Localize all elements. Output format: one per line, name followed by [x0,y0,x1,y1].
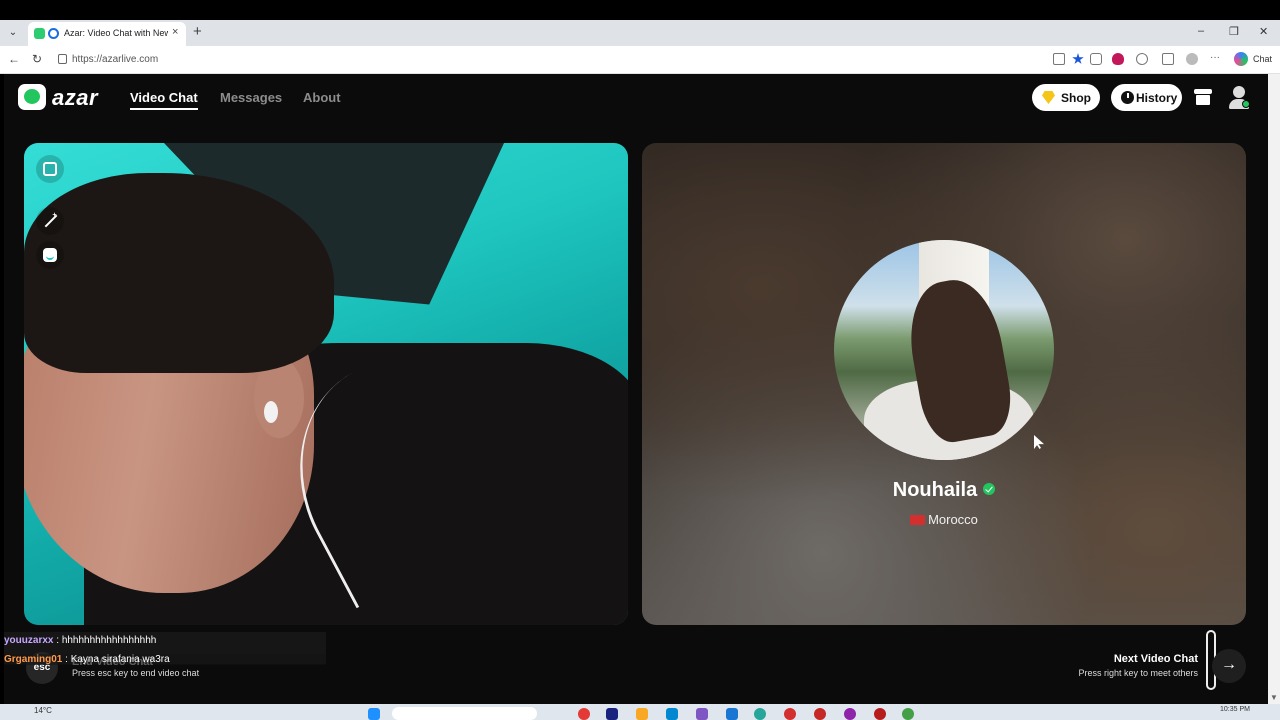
app-icon[interactable] [578,708,590,720]
clock-icon [1121,91,1134,104]
box-body [1196,95,1210,105]
online-status-dot [1242,100,1250,108]
app-icon[interactable] [696,708,708,720]
taskbar-search[interactable] [392,707,537,720]
profile-icon[interactable] [1186,53,1198,65]
shop-label: Shop [1061,91,1091,105]
lock-icon [58,54,67,64]
app-icon[interactable] [726,708,738,720]
next-chat-button[interactable]: → [1212,649,1246,683]
nav-about[interactable]: About [303,90,341,105]
match-profile-photo [834,240,1054,460]
next-chat-hint: Press right key to meet others [1078,668,1198,678]
end-chat-hint: Press esc key to end video chat [72,668,200,678]
app-icon[interactable] [814,708,826,720]
face-filter-button[interactable] [36,241,64,269]
url-field[interactable]: https://azarlive.com [52,50,1072,70]
match-name-row: Nouhaila [642,479,1246,502]
history-label: History [1136,91,1178,105]
browser-tab-bar: ⌄ Azar: Video Chat with New Pe × + – ❐ ✕ [0,20,1280,46]
chat-separator: : [62,654,71,665]
window-close-button[interactable]: ✕ [1259,25,1268,38]
reader-mode-icon[interactable] [1053,53,1065,65]
favorites-icon[interactable] [1162,53,1174,65]
copilot-icon[interactable] [1234,52,1248,66]
chat-text: Kayna sirafania wa3ra [70,654,170,665]
tab-title: Azar: Video Chat with New Pe [64,28,168,38]
match-view: Nouhaila Morocco [642,143,1246,625]
gem-icon [1042,91,1055,104]
url-text: https://azarlive.com [72,54,159,65]
weather-widget[interactable]: 14°C [34,706,52,715]
inventory-box-icon[interactable] [1194,89,1212,105]
verified-badge-icon [983,483,996,495]
copilot-chat-label[interactable]: Chat [1253,54,1272,64]
refresh-extension-icon[interactable] [1136,53,1148,65]
tab-list-button[interactable]: ⌄ [6,26,20,40]
mouse-cursor-icon [1034,435,1044,449]
back-button[interactable]: ← [8,52,20,66]
tab-security-icon [48,28,59,39]
app-icon[interactable] [902,708,914,720]
top-black-strip [0,0,1280,20]
tab-favicon-icon [34,28,45,39]
tab-close-icon[interactable]: × [172,26,178,38]
os-taskbar: 14°C 10:35 PM [0,704,1280,720]
app-icon[interactable] [844,708,856,720]
chat-separator: : [53,635,62,646]
extension-shield-icon[interactable] [1112,53,1124,65]
layout-toggle-button[interactable] [36,155,64,183]
avatar-head [1233,86,1245,98]
favorite-star-icon[interactable] [1072,53,1084,64]
box-lid [1194,89,1212,94]
chat-message: youuzarxx : hhhhhhhhhhhhhhhhh [4,635,156,646]
chat-text: hhhhhhhhhhhhhhhhh [61,635,157,646]
user-avatar[interactable] [1228,86,1250,110]
magic-wand-icon [44,214,58,228]
history-button[interactable]: History [1111,84,1182,111]
browser-tab-azar[interactable]: Azar: Video Chat with New Pe × [28,22,186,46]
layout-icon [43,162,57,176]
app-icon[interactable] [874,708,886,720]
earbud [264,401,278,423]
app-icon[interactable] [784,708,796,720]
start-icon[interactable] [368,708,380,720]
chat-message: Grgaming01 : Kayna sirafania wa3ra [4,654,326,665]
azar-logo-text: azar [52,85,99,110]
match-country: Morocco [928,512,978,527]
window-restore-button[interactable]: ❐ [1229,25,1239,38]
app-icon[interactable] [666,708,678,720]
nav-messages[interactable]: Messages [220,90,282,105]
edge-icon[interactable] [754,708,766,720]
more-options-icon[interactable]: ··· [1210,53,1222,65]
scroll-down-arrow-icon[interactable]: ▼ [1270,693,1278,702]
match-name: Nouhaila [892,479,978,501]
window-minimize-button[interactable]: – [1198,25,1204,37]
nav-video-chat[interactable]: Video Chat [130,90,198,110]
next-chat-title: Next Video Chat [1113,653,1198,665]
taskbar-clock[interactable]: 10:35 PM [1220,706,1250,713]
chat-username: youuzarxx [4,635,54,646]
my-camera-view [24,143,628,625]
face-icon [43,248,57,262]
page-scrollbar[interactable]: ▼ [1268,74,1280,704]
reload-button[interactable]: ↻ [32,52,42,66]
chat-username: Grgaming01 [4,654,63,665]
split-screen-icon[interactable] [1090,53,1102,65]
app-icon[interactable] [606,708,618,720]
match-country-row: Morocco [642,512,1246,527]
azar-page: azar Video Chat Messages About Shop Hist… [4,74,1268,704]
effects-button[interactable] [36,207,64,235]
browser-address-bar: ← ↻ https://azarlive.com ··· Chat [0,46,1280,74]
new-tab-button[interactable]: + [193,23,202,40]
folder-icon[interactable] [636,708,648,720]
azar-logo-icon [18,84,46,110]
morocco-flag-icon [910,515,926,525]
shop-button[interactable]: Shop [1032,84,1100,111]
